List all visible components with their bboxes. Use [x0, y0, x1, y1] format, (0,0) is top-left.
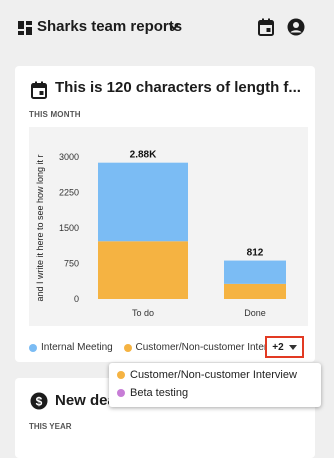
bar-segment [224, 260, 286, 284]
y-axis-label: and I write it here to see how long it r [35, 154, 45, 301]
legend-more-button[interactable]: +2 [265, 336, 304, 358]
legend-label: Internal Meeting [41, 342, 113, 353]
popup-item-beta-testing[interactable]: Beta testing [117, 387, 188, 399]
popup-item-label: Customer/Non-customer Interview [130, 369, 297, 381]
top-bar: Sharks team reports [0, 0, 334, 58]
legend-overflow-popup: Customer/Non-customer Interview Beta tes… [109, 363, 321, 407]
user-account-icon[interactable] [287, 18, 305, 36]
report-title[interactable]: New dea [55, 392, 116, 409]
bar-segment [98, 162, 188, 242]
report-title[interactable]: This is 120 characters of length f... [55, 79, 307, 96]
report-card: This is 120 characters of length f... TH… [15, 66, 315, 362]
report-period: THIS YEAR [29, 422, 72, 431]
y-tick-label: 1500 [59, 223, 79, 233]
dollar-icon: $ [30, 392, 48, 410]
legend-swatch [29, 343, 37, 352]
svg-text:$: $ [36, 395, 43, 409]
legend-more-count: +2 [272, 341, 284, 353]
bar-total-label: 2.88K [130, 150, 157, 161]
stacked-bar-chart: and I write it here to see how long it r… [35, 150, 286, 318]
bar-segment [224, 283, 286, 299]
caret-down-icon [288, 344, 297, 350]
legend-swatch [117, 371, 125, 379]
popup-item-customer-interview[interactable]: Customer/Non-customer Interview [117, 369, 297, 381]
y-tick-label: 2250 [59, 188, 79, 198]
team-selector[interactable]: Sharks team reports [37, 18, 182, 35]
chevron-down-icon[interactable] [168, 22, 180, 32]
x-tick-label: To do [132, 308, 154, 318]
legend-swatch [123, 343, 132, 352]
legend-item-internal-meeting[interactable]: Internal Meeting [29, 342, 113, 353]
y-tick-label: 750 [64, 259, 79, 269]
dashboard-grid-icon [18, 21, 32, 35]
report-period: THIS MONTH [29, 110, 81, 119]
bar-segment [98, 241, 188, 299]
calendar-icon[interactable] [257, 18, 275, 36]
chart-legend: Internal Meeting Customer/Non-customer I… [29, 342, 279, 355]
bar-total-label: 812 [247, 248, 264, 259]
legend-item-customer-interview[interactable]: Customer/Non-customer Interview [123, 342, 280, 353]
popup-item-label: Beta testing [130, 387, 189, 399]
team-title: Sharks team reports [37, 18, 183, 35]
y-tick-label: 0 [74, 294, 79, 304]
calendar-icon [31, 81, 47, 99]
x-tick-label: Done [244, 308, 266, 318]
legend-label: Customer/Non-customer Interview [135, 342, 280, 353]
legend-swatch [117, 389, 125, 397]
y-tick-label: 3000 [59, 152, 79, 162]
